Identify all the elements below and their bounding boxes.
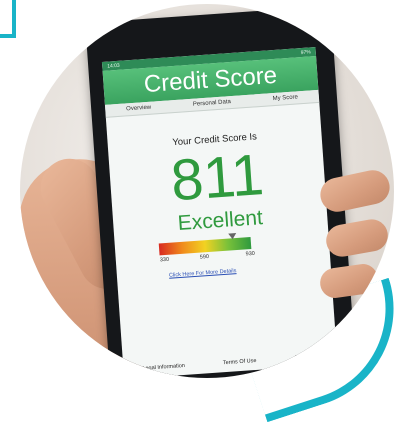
more-details-link[interactable]: Click Here For More Details — [169, 262, 331, 279]
tab-my-score[interactable]: My Score — [272, 94, 298, 102]
gauge-max-label: 930 — [245, 250, 256, 258]
gauge-mid-label: 590 — [199, 253, 210, 261]
footer-copyright-link[interactable]: Copyright — [294, 354, 318, 362]
footer-legal-link[interactable]: Legal Information — [142, 363, 185, 372]
status-time: 14:03 — [107, 62, 120, 70]
gauge-min-label: 330 — [159, 256, 170, 264]
footer-terms-link[interactable]: Terms Of Use — [223, 358, 257, 366]
corner-accent-mark — [0, 0, 16, 38]
tab-personal-data[interactable]: Personal Data — [193, 99, 231, 108]
status-battery: 97% — [300, 48, 311, 56]
photo-circle: 14:03 97% Credit Score Overview Personal… — [20, 4, 394, 378]
phone-screen: 14:03 97% Credit Score Overview Personal… — [101, 47, 338, 378]
tab-overview[interactable]: Overview — [126, 105, 151, 113]
footer: Legal Information Terms Of Use Copyright — [123, 352, 337, 373]
phone: 14:03 97% Credit Score Overview Personal… — [85, 5, 357, 378]
gauge-pointer-icon — [227, 233, 237, 240]
